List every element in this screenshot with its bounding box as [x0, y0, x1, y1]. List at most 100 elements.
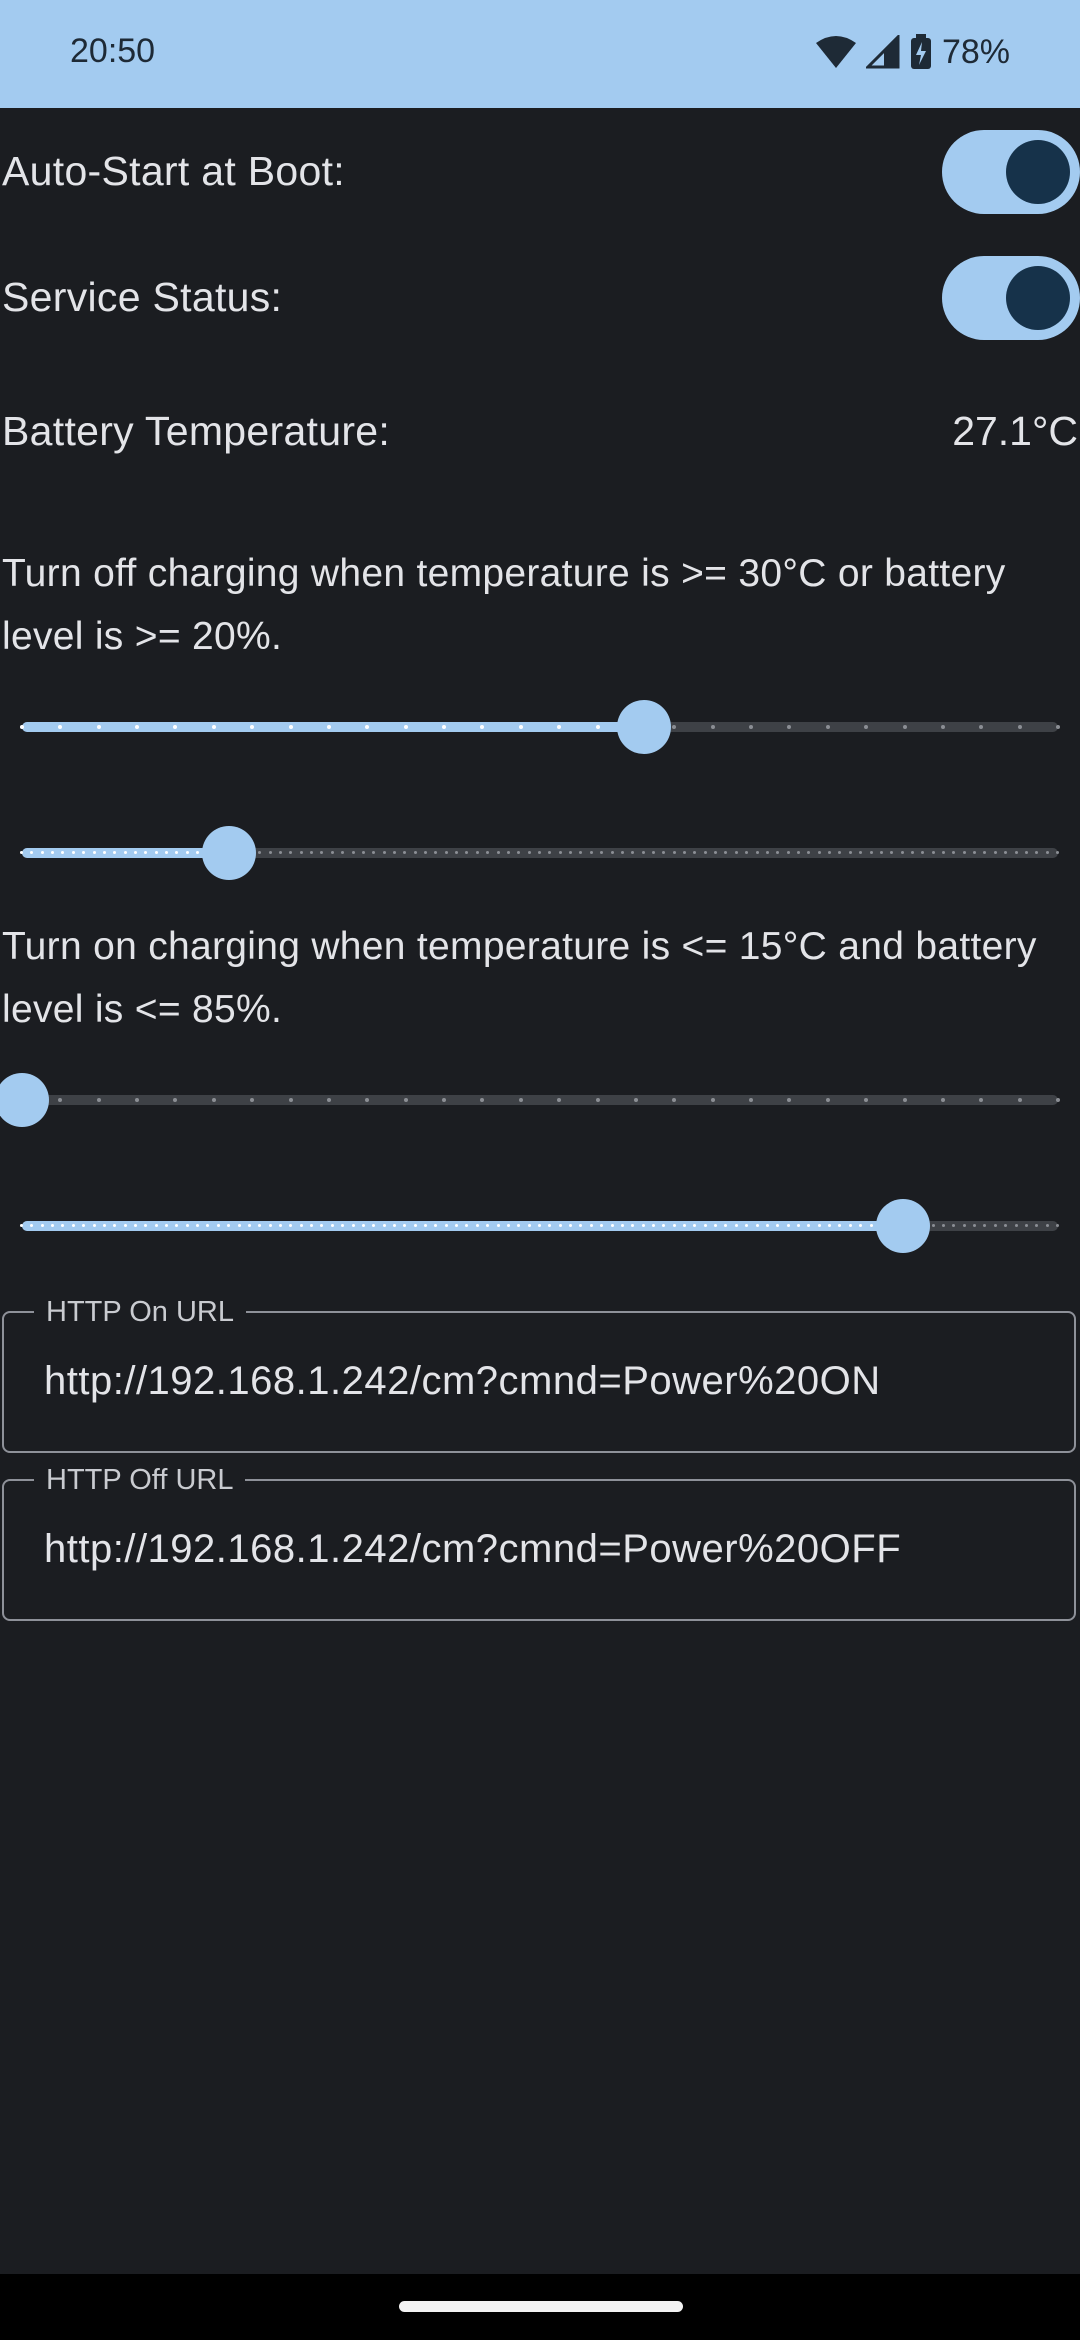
slider-tick: [962, 851, 966, 854]
slider-tick: [589, 851, 593, 854]
slider-tick: [133, 851, 137, 854]
slider-tick: [755, 851, 759, 854]
wifi-icon: [815, 35, 856, 69]
turn-on-temperature-slider[interactable]: [0, 1070, 1060, 1130]
slider-tick: [631, 1224, 635, 1227]
slider-tick: [693, 1224, 697, 1227]
slider-tick: [776, 1224, 780, 1227]
slider-tick: [289, 1224, 293, 1227]
slider-tick: [517, 1224, 521, 1227]
slider-tick: [133, 1224, 137, 1227]
slider-tick: [825, 1098, 830, 1102]
slider-tick: [879, 851, 883, 854]
slider-tick: [403, 725, 408, 729]
slider-thumb[interactable]: [875, 1199, 930, 1253]
switch-knob: [1006, 266, 1070, 330]
slider-tick: [1004, 851, 1008, 854]
turn-off-temperature-slider[interactable]: [20, 697, 1060, 757]
service-status-label: Service Status:: [2, 274, 283, 320]
slider-tick: [714, 1224, 718, 1227]
slider-tick: [595, 1098, 600, 1102]
slider-tick: [173, 725, 178, 729]
slider-tick: [633, 1098, 638, 1102]
slider-tick: [983, 1224, 987, 1227]
slider-tick: [527, 851, 531, 854]
slider-thumb[interactable]: [0, 1073, 49, 1127]
battery-temperature-label: Battery Temperature:: [2, 408, 391, 454]
slider-tick: [442, 1098, 447, 1102]
slider-tick: [527, 1224, 531, 1227]
slider-tick: [71, 851, 75, 854]
slider-tick: [724, 851, 728, 854]
turn-on-description: Turn on charging when temperature is <= …: [2, 925, 1037, 1031]
http-off-url-input[interactable]: http://192.168.1.242/cm?cmnd=Power%20OFF: [44, 1527, 901, 1572]
slider-tick: [931, 1224, 935, 1227]
slider-tick: [413, 1224, 417, 1227]
turn-off-description: Turn off charging when temperature is >=…: [2, 552, 1006, 658]
slider-tick: [765, 851, 769, 854]
slider-tick: [631, 851, 635, 854]
slider-tick: [51, 851, 55, 854]
slider-ticks: [20, 725, 1060, 729]
slider-tick: [403, 1224, 407, 1227]
slider-tick: [1035, 851, 1039, 854]
slider-tick: [786, 851, 790, 854]
slider-tick: [869, 851, 873, 854]
slider-tick: [703, 851, 707, 854]
auto-start-switch[interactable]: [942, 130, 1080, 214]
slider-tick: [662, 1224, 666, 1227]
slider-tick: [82, 1224, 86, 1227]
turn-off-battery-level-slider[interactable]: [20, 823, 1059, 883]
slider-tick: [776, 851, 780, 854]
slider-tick: [651, 1224, 655, 1227]
battery-temperature-value: 27.1°C: [952, 408, 1078, 454]
home-gesture-handle[interactable]: [399, 2301, 683, 2312]
slider-tick: [123, 1224, 127, 1227]
slider-tick: [869, 1224, 873, 1227]
slider-tick: [755, 1224, 759, 1227]
slider-tick: [361, 851, 365, 854]
slider-thumb[interactable]: [616, 700, 671, 754]
slider-tick: [693, 851, 697, 854]
service-status-switch[interactable]: [942, 256, 1080, 340]
slider-tick: [475, 1224, 479, 1227]
slider-tick: [579, 1224, 583, 1227]
slider-tick: [683, 1224, 687, 1227]
slider-tick: [196, 851, 200, 854]
slider-tick: [372, 851, 376, 854]
slider-tick: [154, 1224, 158, 1227]
slider-tick: [1056, 1224, 1059, 1227]
slider-thumb[interactable]: [202, 826, 257, 880]
slider-tick: [710, 1098, 715, 1102]
http-on-url-field[interactable]: HTTP On URL http://192.168.1.242/cm?cmnd…: [2, 1295, 1076, 1453]
slider-tick: [326, 725, 331, 729]
slider-tick: [807, 851, 811, 854]
slider-tick: [486, 1224, 490, 1227]
slider-tick: [173, 1098, 178, 1102]
slider-tick: [538, 1224, 541, 1227]
slider-tick: [20, 1224, 23, 1227]
slider-tick: [672, 725, 677, 729]
slider-tick: [310, 851, 314, 854]
slider-tick: [382, 1224, 386, 1227]
slider-tick: [442, 725, 447, 729]
slider-tick: [175, 851, 179, 854]
http-off-url-field[interactable]: HTTP Off URL http://192.168.1.242/cm?cmn…: [2, 1463, 1076, 1621]
http-on-url-input[interactable]: http://192.168.1.242/cm?cmnd=Power%20ON: [44, 1359, 881, 1404]
slider-tick: [96, 725, 101, 729]
slider-tick: [250, 1098, 255, 1102]
slider-tick: [61, 851, 65, 854]
slider-tick: [486, 851, 490, 854]
slider-tick: [403, 1098, 408, 1102]
slider-tick: [211, 1098, 216, 1102]
slider-tick: [973, 1224, 977, 1227]
slider-tick: [610, 851, 614, 854]
slider-tick: [817, 851, 821, 854]
turn-on-battery-level-slider[interactable]: [20, 1196, 1059, 1256]
slider-tick: [465, 1224, 469, 1227]
slider-tick: [258, 1224, 262, 1227]
status-icons: 78%: [815, 30, 1010, 74]
slider-tick: [672, 851, 676, 854]
slider-tick: [942, 1224, 946, 1227]
slider-tick: [569, 1224, 573, 1227]
